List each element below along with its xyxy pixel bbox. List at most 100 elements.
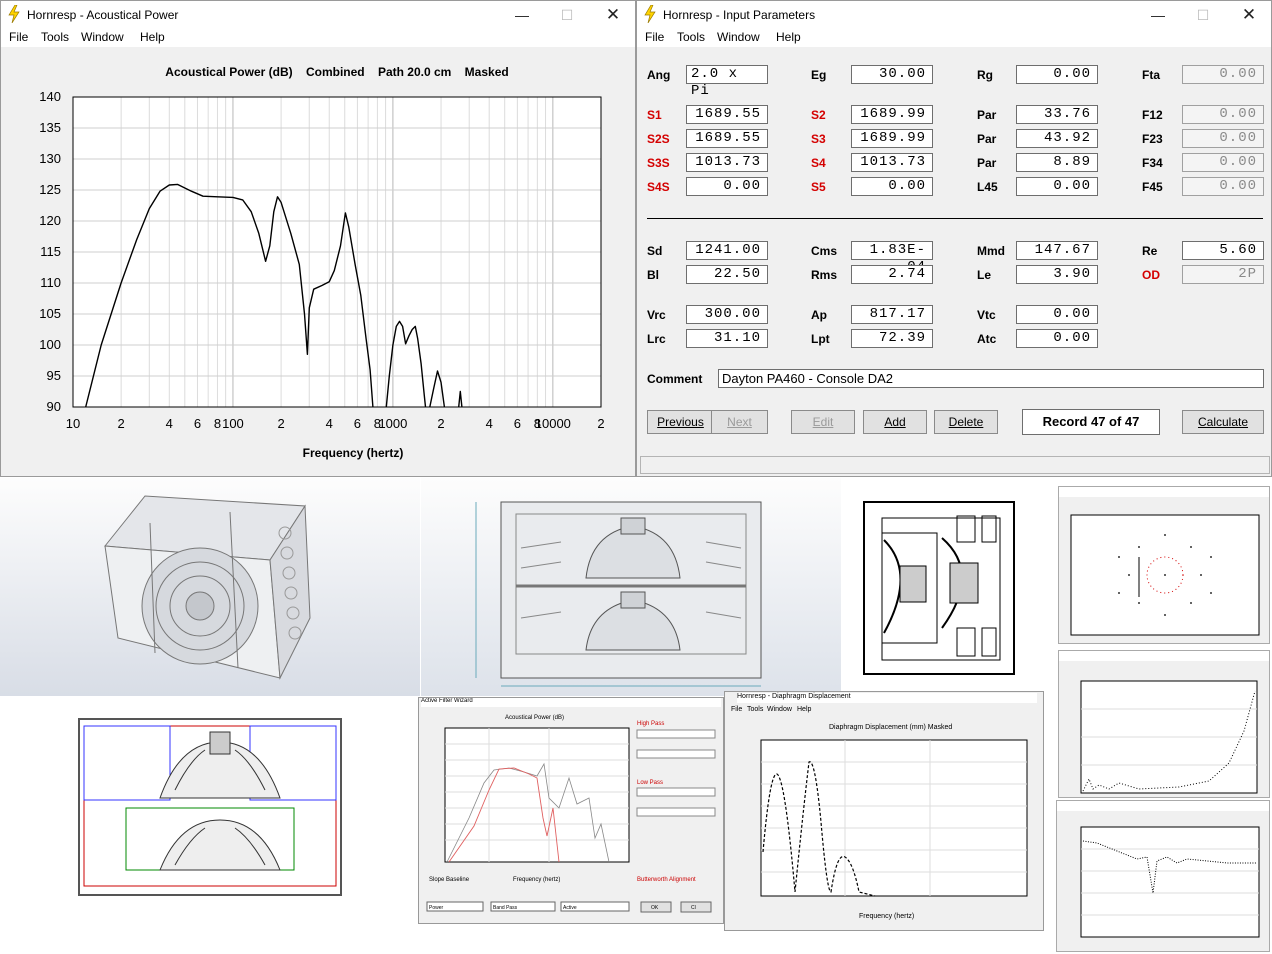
acoustical-power-chart: 909510010511011512012513013514010 2 4 6 8 100… (39, 65, 604, 460)
label-s3s: S3S (647, 156, 670, 170)
y-tick-label: 95 (47, 368, 61, 383)
field-re[interactable]: 5.60 (1182, 241, 1264, 260)
field-lpt[interactable]: 72.39 (851, 329, 933, 348)
low-pass-label: Low Pass (637, 780, 664, 786)
input-parameters-window: Hornresp - Input Parameters — ☐ ✕ File T… (636, 0, 1272, 477)
field-vtc[interactable]: 0.00 (1016, 305, 1098, 324)
cabinet-section-drawing (842, 478, 1054, 696)
field-sd[interactable]: 1241.00 (686, 241, 768, 260)
y-tick-label: 130 (39, 151, 61, 166)
x-tick-label: 4 (326, 416, 333, 431)
hornresp-logo-icon (644, 5, 656, 23)
add-button[interactable]: Add (863, 410, 927, 434)
x-tick-label: 6 (514, 416, 521, 431)
field-s4s[interactable]: 0.00 (686, 177, 768, 196)
x-tick-label: 2 (597, 416, 604, 431)
field-lrc[interactable]: 31.10 (686, 329, 768, 348)
label-s4: S4 (811, 156, 826, 170)
field-f45: 0.00 (1182, 177, 1264, 196)
chart-title: Acoustical Power (dB) Combined Path 20.0… (165, 65, 508, 79)
next-button[interactable]: Next (711, 410, 768, 434)
filter-select-band-pass[interactable]: Band Pass (493, 905, 517, 911)
menu-help[interactable]: Help (776, 29, 801, 45)
y-tick-label: 90 (47, 399, 61, 414)
field-l45[interactable]: 0.00 (1016, 177, 1098, 196)
label-lpt: Lpt (811, 332, 830, 346)
label-lrc: Lrc (647, 332, 666, 346)
menu-window[interactable]: Window (717, 29, 760, 45)
field-par-2[interactable]: 43.92 (1016, 129, 1098, 148)
minimize-icon[interactable]: — (499, 1, 545, 29)
filter-select-active[interactable]: Active (563, 905, 577, 911)
menu-tools[interactable]: Tools (41, 29, 69, 45)
field-s5[interactable]: 0.00 (851, 177, 933, 196)
field-f12: 0.00 (1182, 105, 1264, 124)
slope-baseline-label[interactable]: Slope Baseline (429, 877, 469, 883)
field-eg[interactable]: 30.00 (851, 65, 933, 84)
x-tick-label: 1000 (378, 416, 407, 431)
maximize-icon[interactable]: ☐ (1180, 1, 1226, 29)
impedance-plot-window (1058, 650, 1270, 798)
acoustical-power-window: Hornresp - Acoustical Power — ☐ ✕ File T… (0, 0, 636, 477)
y-tick-label: 100 (39, 337, 61, 352)
field-vrc[interactable]: 300.00 (686, 305, 768, 324)
field-s3[interactable]: 1689.99 (851, 129, 933, 148)
menu-help[interactable]: Help (140, 29, 165, 45)
field-atc[interactable]: 0.00 (1016, 329, 1098, 348)
x-tick-label: 8 (214, 416, 221, 431)
label-f34: F34 (1142, 156, 1163, 170)
menu-tools[interactable]: Tools (677, 29, 705, 45)
field-par-1[interactable]: 33.76 (1016, 105, 1098, 124)
label-s2s: S2S (647, 132, 670, 146)
label-vrc: Vrc (647, 308, 666, 322)
previous-button[interactable]: Previous (647, 410, 714, 434)
field-rg[interactable]: 0.00 (1016, 65, 1098, 84)
y-tick-label: 115 (40, 244, 61, 259)
diaphragm-displacement-window: Hornresp - Diaphragm Displacement File T… (724, 691, 1044, 931)
close-icon[interactable]: ✕ (590, 1, 636, 29)
label-le: Le (977, 268, 992, 282)
menu-window[interactable]: Window (81, 29, 124, 45)
field-rms[interactable]: 2.74 (851, 265, 933, 284)
filter-ok-button[interactable]: OK (651, 905, 658, 911)
x-tick-label: 2 (437, 416, 444, 431)
field-le[interactable]: 3.90 (1016, 265, 1098, 284)
menu-file[interactable]: File (9, 29, 28, 45)
delete-button[interactable]: Delete (934, 410, 998, 434)
minimize-icon[interactable]: — (1135, 1, 1181, 29)
field-s2[interactable]: 1689.99 (851, 105, 933, 124)
calculate-button[interactable]: Calculate (1182, 410, 1264, 434)
field-ap[interactable]: 817.17 (851, 305, 933, 324)
field-ang[interactable]: 2.0 x Pi (686, 65, 768, 99)
menu-bar: File Tools Window Help (1, 29, 635, 47)
hornresp-logo-icon (8, 5, 20, 23)
title-bar[interactable]: Hornresp - Acoustical Power — ☐ ✕ (1, 1, 635, 29)
label-re: Re (1142, 244, 1158, 258)
field-s3s[interactable]: 1013.73 (686, 153, 768, 172)
maximize-icon[interactable]: ☐ (544, 1, 590, 29)
field-s1[interactable]: 1689.55 (686, 105, 768, 124)
menu-file[interactable]: File (645, 29, 664, 45)
close-icon[interactable]: ✕ (1226, 1, 1272, 29)
field-mmd[interactable]: 147.67 (1016, 241, 1098, 260)
title-bar[interactable]: Hornresp - Input Parameters — ☐ ✕ (637, 1, 1271, 29)
label-atc: Atc (977, 332, 997, 346)
field-od[interactable]: 2P (1182, 265, 1264, 284)
driver-section-render (78, 718, 342, 896)
field-s2s[interactable]: 1689.55 (686, 129, 768, 148)
filter-cancel-button[interactable]: Cl (691, 905, 696, 911)
field-s4[interactable]: 1013.73 (851, 153, 933, 172)
filter-select-power[interactable]: Power (429, 905, 443, 911)
field-cms[interactable]: 1.83E-04 (851, 241, 933, 275)
edit-button[interactable]: Edit (791, 410, 855, 434)
label-comment: Comment (647, 372, 703, 386)
x-tick-label: 2 (118, 416, 125, 431)
label-mmd: Mmd (977, 244, 1005, 258)
label-bl: Bl (647, 268, 659, 282)
field-par-3[interactable]: 8.89 (1016, 153, 1098, 172)
field-bl[interactable]: 22.50 (686, 265, 768, 284)
cabinet-front-drawing (421, 478, 841, 696)
x-tick-label: 10000 (535, 416, 571, 431)
y-tick-label: 140 (39, 89, 61, 104)
comment-field[interactable]: Dayton PA460 - Console DA2 (718, 369, 1264, 388)
